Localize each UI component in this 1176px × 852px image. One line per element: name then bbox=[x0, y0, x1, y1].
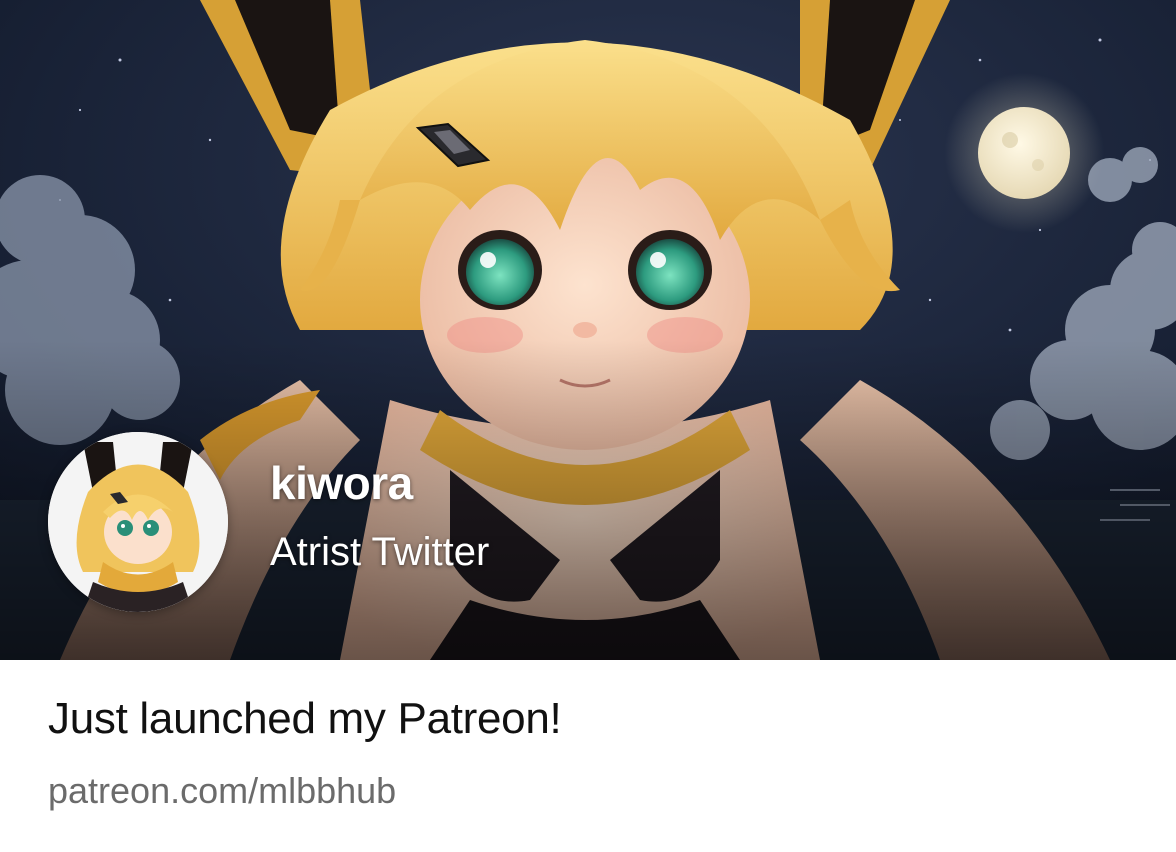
profile-avatar[interactable] bbox=[48, 432, 228, 612]
profile-name[interactable]: kiwora bbox=[270, 456, 413, 510]
post-title[interactable]: Just launched my Patreon! bbox=[48, 694, 562, 744]
post-link[interactable]: patreon.com/mlbbhub bbox=[48, 770, 396, 812]
link-preview-card[interactable]: kiwora Atrist Twitter Just launched my P… bbox=[0, 0, 1176, 852]
profile-subtitle: Atrist Twitter bbox=[270, 530, 490, 574]
avatar-illustration bbox=[48, 432, 228, 612]
